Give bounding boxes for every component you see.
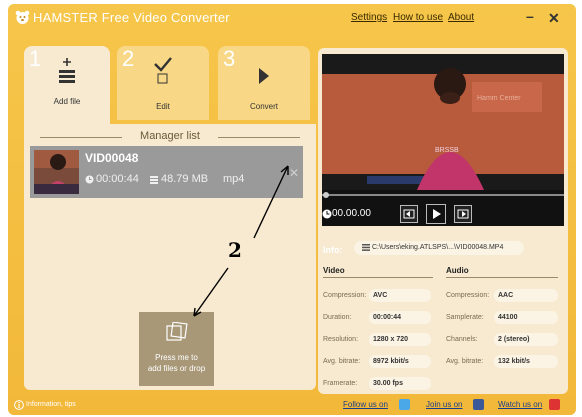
- channels-value: 2 (stereo): [494, 333, 558, 346]
- divider: [218, 137, 300, 138]
- menu-settings[interactable]: Settings: [351, 12, 387, 23]
- add-files-text-line: add files or drop: [147, 364, 206, 373]
- tab-label: Convert: [249, 102, 278, 111]
- divider: [323, 277, 433, 278]
- add-files-drop-zone[interactable]: Press me to add files or drop: [139, 312, 214, 386]
- tab-label: Edit: [156, 102, 170, 111]
- audio-header: Audio: [446, 266, 469, 275]
- manager-title: Manager list: [140, 130, 200, 142]
- seek-bar[interactable]: [322, 192, 564, 198]
- file-list-item[interactable]: VID00048 00:00:44 48.79 MB mp4 ✕: [30, 146, 303, 198]
- rewind-icon: [403, 209, 415, 219]
- menu-how-to-use[interactable]: How to use: [393, 12, 443, 23]
- audio-bitrate-value: 132 kbit/s: [494, 355, 558, 368]
- youtube-icon[interactable]: [549, 399, 560, 410]
- duration-value: 00:00:44: [369, 311, 431, 324]
- svg-text:BRSSB: BRSSB: [435, 147, 459, 154]
- join-us-link[interactable]: Join us on: [426, 400, 462, 409]
- annotation-number: 2: [228, 238, 242, 262]
- video-player[interactable]: Hamm Center BRSSB 00.00.00: [322, 54, 564, 226]
- playback-time: 00.00.00: [332, 208, 371, 219]
- framerate-label: Framerate:: [323, 380, 358, 387]
- tab-number: 1: [29, 46, 42, 71]
- info-tips-text[interactable]: Information, tips: [26, 401, 76, 408]
- audio-compression-value: AAC: [494, 289, 558, 302]
- list-icon: [362, 243, 370, 251]
- video-thumbnail: [34, 150, 79, 194]
- svg-text:Hamm Center: Hamm Center: [477, 95, 521, 102]
- audio-compression-label: Compression:: [446, 292, 490, 299]
- video-compression-value: AVC: [369, 289, 431, 302]
- app-title: HAMSTER Free Video Converter: [33, 10, 230, 25]
- edit-check-icon: [154, 57, 172, 84]
- size-icon: [150, 176, 158, 184]
- add-file-icon: [59, 58, 75, 83]
- app-window: HAMSTER Free Video Converter Settings Ho…: [8, 4, 576, 415]
- remove-file-button[interactable]: ✕: [289, 166, 299, 180]
- twitter-icon[interactable]: [399, 399, 410, 410]
- title-bar: HAMSTER Free Video Converter Settings Ho…: [8, 4, 576, 32]
- clock-icon: [85, 175, 94, 184]
- tab-add-file[interactable]: 1 Add file: [24, 46, 110, 126]
- video-frame: Hamm Center BRSSB: [322, 54, 564, 190]
- facebook-icon[interactable]: [473, 399, 484, 410]
- resolution-label: Resolution:: [323, 336, 359, 343]
- add-files-text-line: Press me to: [155, 353, 198, 362]
- menu-about[interactable]: About: [448, 12, 474, 23]
- samplerate-label: Samplerate:: [446, 314, 484, 321]
- video-bitrate-label: Avg. bitrate:: [323, 358, 361, 365]
- video-header: Video: [323, 266, 345, 275]
- info-label: Info:: [323, 245, 343, 255]
- watch-us-link[interactable]: Watch us on: [498, 400, 542, 409]
- forward-icon: [457, 209, 469, 219]
- add-files-text: Press me to add files or drop: [139, 352, 214, 374]
- tab-convert[interactable]: 3 Convert: [218, 46, 310, 120]
- preview-info-panel: Hamm Center BRSSB 00.00.00 Info: C:\User…: [318, 48, 568, 394]
- info-icon: [14, 400, 24, 410]
- video-compression-label: Compression:: [323, 292, 367, 299]
- hamster-logo-icon: [15, 10, 30, 24]
- resolution-value: 1280 x 720: [369, 333, 431, 346]
- convert-arrow-icon: [259, 68, 269, 84]
- file-size: 48.79 MB: [161, 173, 209, 185]
- samplerate-value: 44100: [494, 311, 558, 324]
- player-controls: 00.00.00: [322, 202, 564, 226]
- play-icon: [433, 209, 441, 219]
- forward-button[interactable]: [454, 205, 472, 223]
- tab-number: 3: [223, 46, 236, 71]
- file-duration: 00:00:44: [96, 173, 139, 185]
- audio-bitrate-label: Avg. bitrate:: [446, 358, 484, 365]
- duration-label: Duration:: [323, 314, 352, 321]
- rewind-button[interactable]: [400, 205, 418, 223]
- clock-icon: [322, 209, 332, 219]
- tab-edit[interactable]: 2 Edit: [117, 46, 209, 120]
- tab-number: 2: [122, 46, 135, 71]
- close-button[interactable]: ✕: [548, 10, 560, 27]
- tab-label: Add file: [53, 97, 81, 106]
- divider: [446, 277, 558, 278]
- channels-label: Channels:: [446, 336, 478, 343]
- manager-panel: Manager list VID00048 00:00:44 48.79 MB: [24, 124, 316, 390]
- play-button[interactable]: [426, 204, 446, 224]
- file-name: VID00048: [85, 151, 139, 165]
- video-bitrate-value: 8972 kbit/s: [369, 355, 431, 368]
- file-path-field: C:\Users\eking.ATLSPS\...\VID00048.MP4: [354, 241, 524, 255]
- minimize-button[interactable]: –: [526, 8, 534, 24]
- file-format: mp4: [223, 173, 245, 185]
- framerate-value: 30.00 fps: [369, 377, 431, 390]
- follow-us-link[interactable]: Follow us on: [343, 400, 388, 409]
- file-path: C:\Users\eking.ATLSPS\...\VID00048.MP4: [372, 244, 504, 251]
- files-icon: [166, 322, 188, 341]
